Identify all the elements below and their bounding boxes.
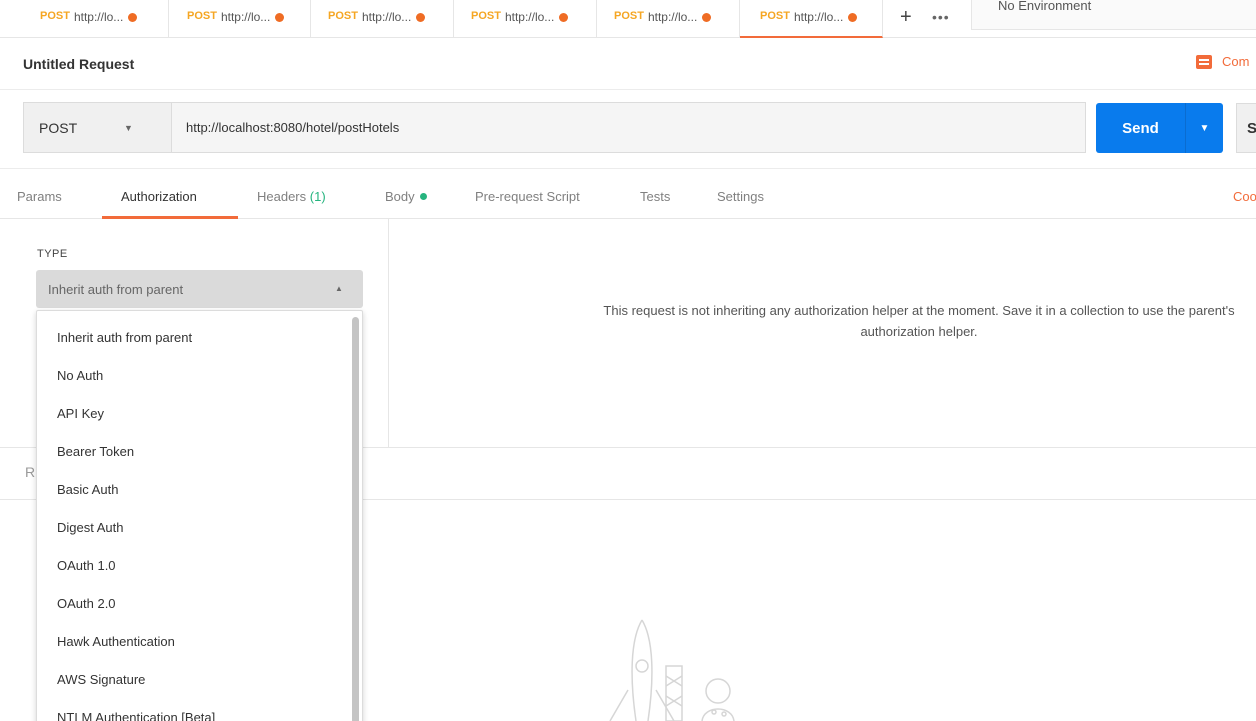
request-title-row: Untitled Request Com [0,38,1256,90]
unsaved-dot-icon [128,13,138,22]
request-tab[interactable]: POST http://lo... [454,0,597,38]
unsaved-dot-icon [559,13,569,22]
tab-method: POST [187,10,217,22]
url-value: http://localhost:8080/hotel/postHotels [186,120,400,135]
auth-option[interactable]: No Auth [57,368,103,383]
more-tabs-icon[interactable]: ••• [932,9,950,25]
tab-body-label: Body [385,189,415,204]
unsaved-dot-icon [702,13,712,22]
chevron-down-icon: ▼ [124,123,133,133]
request-tab[interactable]: POST http://lo... [311,0,454,38]
code-link[interactable]: Coo [1233,189,1256,204]
body-indicator-dot-icon [419,193,427,200]
tab-url: http://lo... [220,10,271,24]
tab-url: http://lo... [504,10,555,24]
tab-method: POST [760,10,790,22]
tab-url: http://lo... [793,10,844,24]
tab-body[interactable]: Body [385,189,427,204]
request-tab[interactable]: POST http://lo... [169,0,311,38]
send-button[interactable]: Send [1096,103,1185,153]
tab-url: http://lo... [361,10,412,24]
environment-label: No Environment [998,0,1092,13]
send-options-chevron-icon[interactable]: ▼ [1185,103,1223,153]
method-select[interactable]: POST ▼ [23,102,171,153]
tab-headers-label: Headers [257,189,307,204]
request-tab-strip: POST http://lo... POST http://lo... POST… [0,0,1256,38]
auth-helper-message: This request is not inheriting any autho… [389,300,1256,342]
auth-option[interactable]: AWS Signature [57,672,145,687]
method-label: POST [39,119,78,136]
comment-icon [1196,54,1212,69]
auth-option[interactable]: OAuth 2.0 [57,596,116,611]
auth-type-dropdown: Inherit auth from parent No Auth API Key… [36,310,363,721]
tab-headers[interactable]: Headers (1) [257,189,326,204]
auth-option[interactable]: Basic Auth [57,482,118,497]
url-input[interactable]: http://localhost:8080/hotel/postHotels [171,102,1086,153]
auth-message-line: This request is not inheriting any autho… [603,303,1235,318]
tab-authorization[interactable]: Authorization [121,189,197,204]
auth-option[interactable]: Bearer Token [57,444,134,459]
rocket-illustration-icon [609,619,735,721]
request-title[interactable]: Untitled Request [23,56,134,72]
chevron-up-icon: ▲ [335,284,343,293]
tab-settings[interactable]: Settings [717,189,764,204]
request-tab[interactable]: POST http://lo... [27,0,169,38]
tab-method: POST [614,10,644,22]
auth-option[interactable]: API Key [57,406,104,421]
tab-method: POST [471,10,501,22]
auth-type-label: TYPE [37,248,68,260]
auth-type-select[interactable]: Inherit auth from parent ▲ [36,270,363,308]
new-tab-plus-icon[interactable]: + [900,6,912,29]
request-subtabs: Params Authorization Headers (1) Body Pr… [0,168,1256,219]
tab-prerequest-script[interactable]: Pre-request Script [475,189,580,204]
auth-option[interactable]: NTLM Authentication [Beta] [57,710,215,721]
comments-button[interactable]: Com [1196,54,1249,69]
save-button[interactable]: S [1236,103,1256,153]
tab-url: http://lo... [73,10,124,24]
unsaved-dot-icon [416,13,426,22]
comments-label: Com [1222,54,1250,69]
request-tab[interactable]: POST http://lo... [597,0,740,38]
tab-method: POST [328,10,358,22]
auth-option[interactable]: Digest Auth [57,520,124,535]
unsaved-dot-icon [275,13,285,22]
dropdown-scrollbar[interactable] [352,317,359,721]
response-label: R [25,464,36,480]
auth-message-line: authorization helper. [860,324,978,339]
auth-option[interactable]: Inherit auth from parent [57,330,192,345]
request-tab-active[interactable]: POST http://lo... [740,0,883,38]
tab-tests[interactable]: Tests [640,189,670,204]
tab-params[interactable]: Params [17,189,62,204]
tab-method: POST [40,10,70,22]
tab-url: http://lo... [647,10,698,24]
auth-option[interactable]: Hawk Authentication [57,634,175,649]
unsaved-dot-icon [848,13,858,22]
headers-count: (1) [309,189,326,204]
auth-option[interactable]: OAuth 1.0 [57,558,116,573]
auth-type-selected: Inherit auth from parent [48,281,184,297]
environment-selector[interactable]: No Environment [971,0,1256,30]
